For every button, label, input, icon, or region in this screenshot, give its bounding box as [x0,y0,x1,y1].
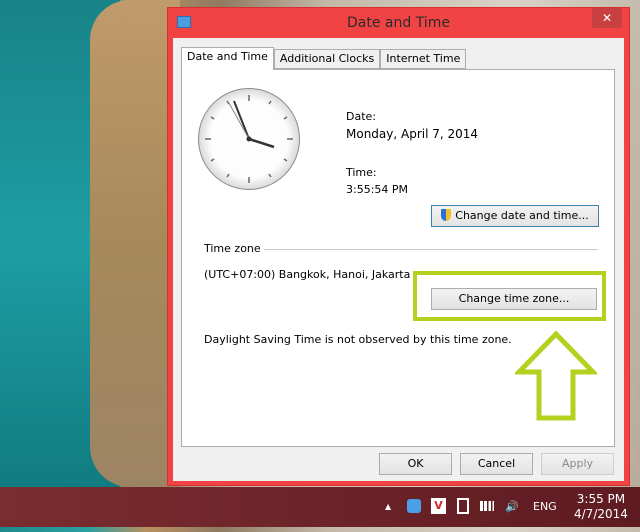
tab-date-and-time[interactable]: Date and Time [181,47,274,70]
time-zone-heading: Time zone [204,242,261,255]
divider [264,249,598,250]
dst-note: Daylight Saving Time is not observed by … [204,333,512,346]
time-label: Time: [346,166,377,179]
ok-button[interactable]: OK [379,453,452,475]
battery-icon[interactable] [457,498,469,514]
signal-icon[interactable] [480,501,494,511]
clock-tray[interactable]: 3:55 PM 4/7/2014 [574,492,628,532]
analog-clock [198,88,300,190]
date-label: Date: [346,110,376,123]
up-arrow-annotation [515,330,597,421]
tab-bar: Date and Time Additional Clocks Internet… [181,47,467,70]
volume-icon[interactable]: 🔊 [505,487,519,527]
tray-date: 4/7/2014 [574,507,628,521]
time-value: 3:55:54 PM [346,183,409,196]
dropbox-icon[interactable] [407,499,421,513]
taskbar: ▲ V 🔊 ENG 3:55 PM 4/7/2014 [0,487,640,527]
change-date-time-label: Change date and time... [455,209,589,222]
tab-additional-clocks[interactable]: Additional Clocks [273,49,381,69]
date-value: Monday, April 7, 2014 [346,127,479,141]
time-zone-value: (UTC+07:00) Bangkok, Hanoi, Jakarta [204,268,411,281]
tab-internet-time[interactable]: Internet Time [380,49,467,69]
clock-hands [205,95,293,183]
v-app-icon[interactable]: V [431,498,446,514]
cancel-button[interactable]: Cancel [460,453,533,475]
close-button[interactable]: ✕ [592,8,622,28]
show-hidden-icons-button[interactable]: ▲ [385,487,391,527]
uac-shield-icon [441,209,452,221]
apply-button[interactable]: Apply [541,453,614,475]
window-title: Date and Time [347,15,450,31]
change-date-time-button[interactable]: Change date and time... [431,205,599,227]
language-indicator[interactable]: ENG [533,487,557,527]
tray-time: 3:55 PM [576,492,626,506]
highlight-box [413,271,606,321]
